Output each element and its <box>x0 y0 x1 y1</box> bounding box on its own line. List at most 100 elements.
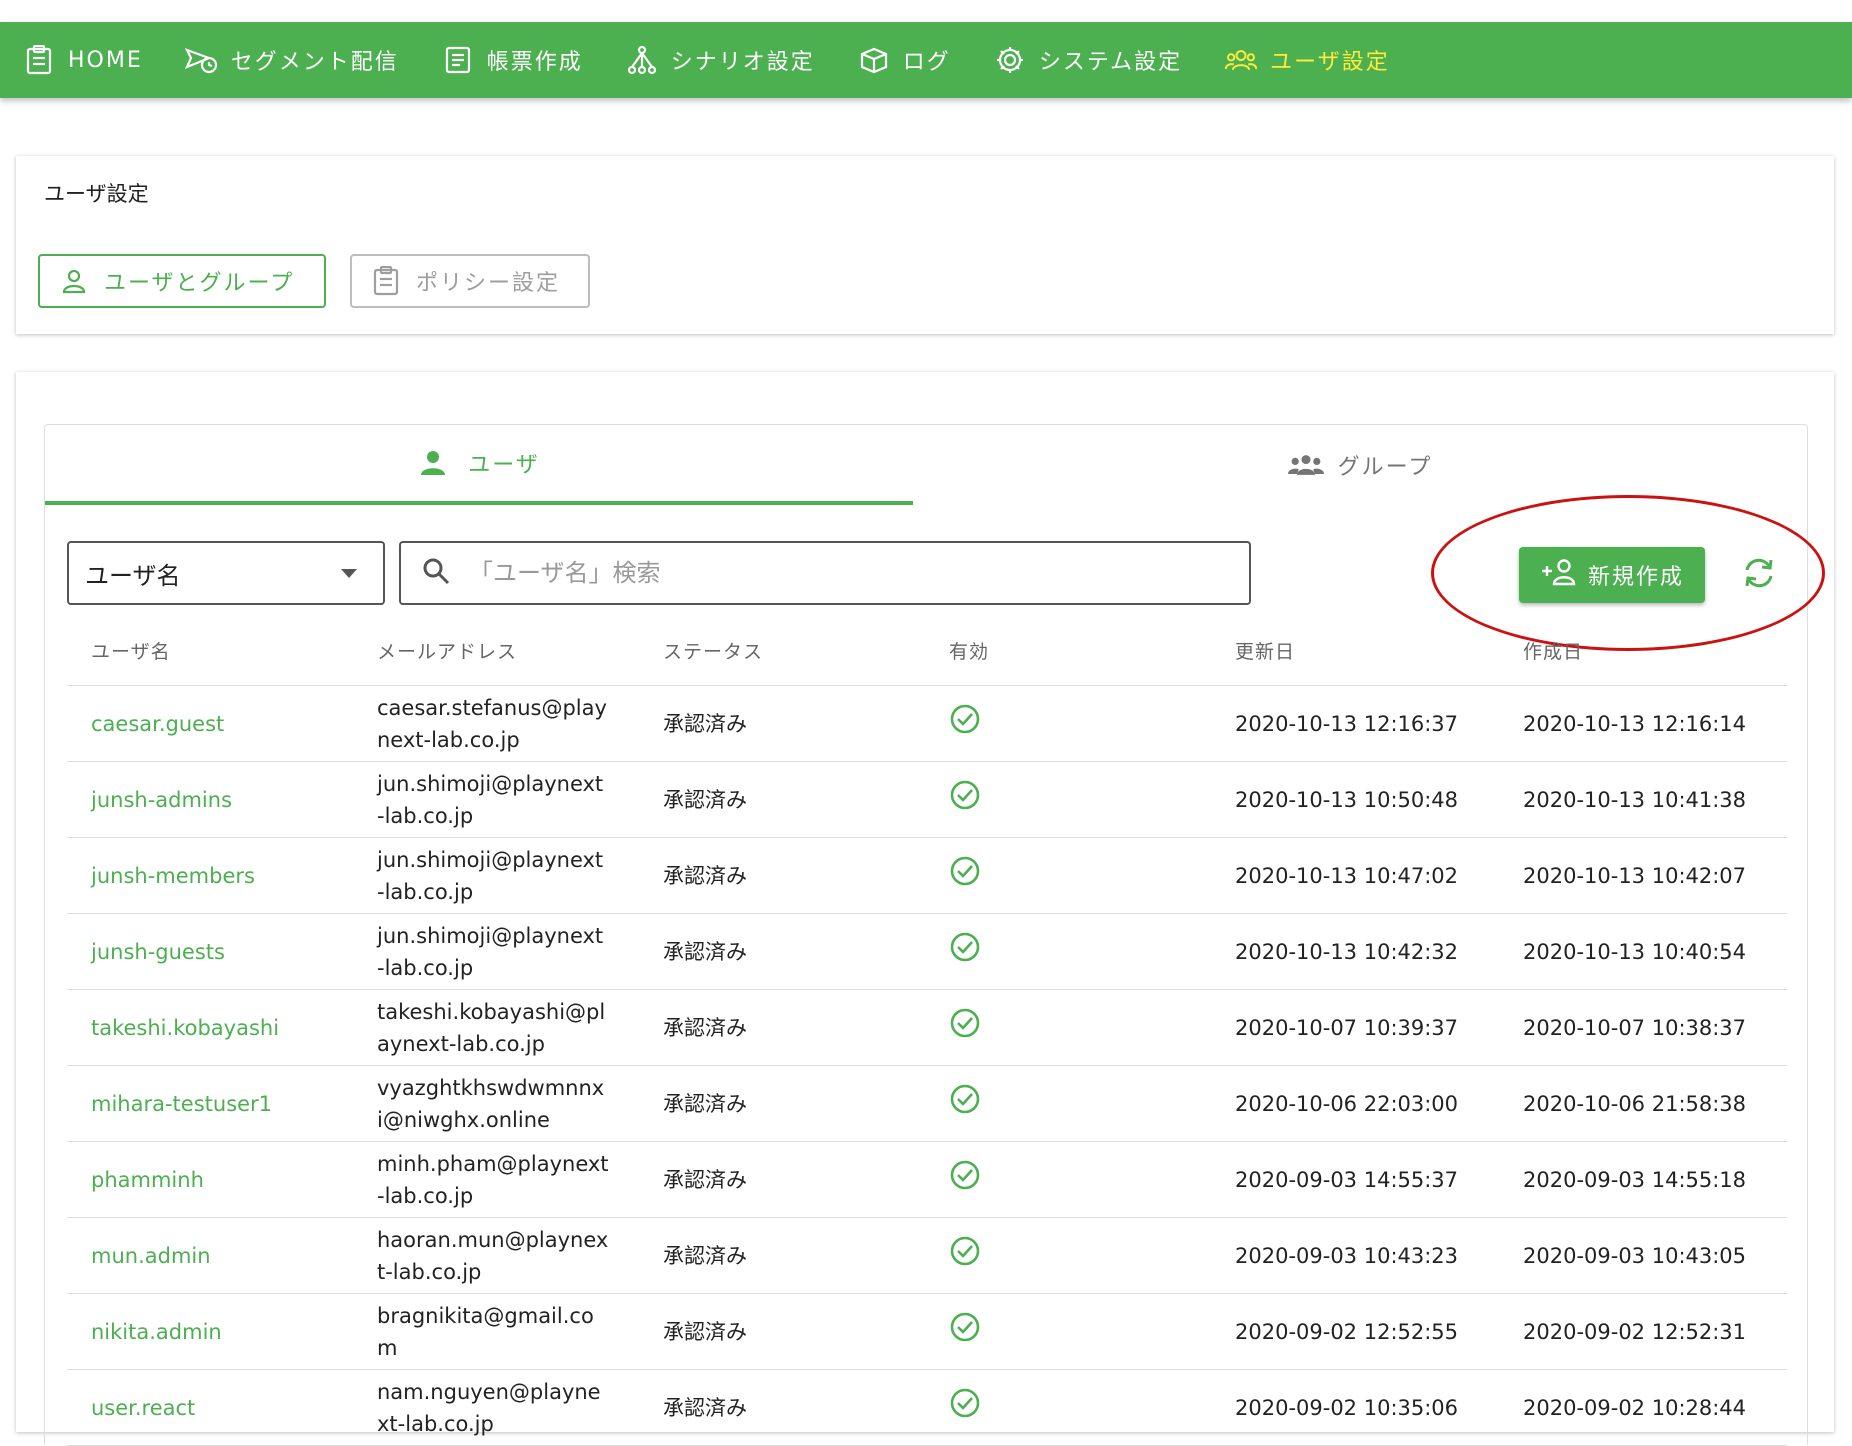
enabled-cell <box>925 1369 1211 1446</box>
updated-date: 2020-10-06 22:03:00 <box>1211 1065 1499 1142</box>
user-name-link[interactable]: caesar.guest <box>67 685 353 762</box>
updated-date: 2020-10-13 10:47:02 <box>1211 837 1499 914</box>
updated-date: 2020-10-13 12:16:37 <box>1211 685 1499 762</box>
check-circle-icon <box>949 704 981 740</box>
users-icon <box>1224 43 1258 77</box>
created-date: 2020-10-13 10:42:07 <box>1499 837 1787 914</box>
nav-user-settings-label: ユーザ設定 <box>1270 50 1390 75</box>
col-username[interactable]: ユーザ名 <box>67 615 353 686</box>
col-status[interactable]: ステータス <box>639 615 925 686</box>
table-row[interactable]: mihara-testuser1 vyazghtkhswdwmnnxi@niwgh… <box>67 1065 1787 1142</box>
search-box <box>399 541 1251 605</box>
gear-icon <box>993 43 1027 77</box>
col-enabled[interactable]: 有効 <box>925 615 1211 686</box>
col-created[interactable]: 作成日 <box>1499 615 1787 686</box>
nav-home-label: HOME <box>68 47 143 73</box>
tab-groups[interactable]: グループ <box>913 425 1807 505</box>
table-row[interactable]: nikita.admin bragnikita@gmail.com 承認済み 2020… <box>67 1293 1787 1370</box>
clipboard-icon <box>22 43 56 77</box>
nav-home[interactable]: HOME <box>0 22 143 98</box>
user-name-link[interactable]: phamminh <box>67 1141 353 1218</box>
enabled-cell <box>925 913 1211 990</box>
check-circle-icon <box>949 856 981 892</box>
updated-date: 2020-10-13 10:50:48 <box>1211 761 1499 838</box>
col-updated[interactable]: 更新日 <box>1211 615 1499 686</box>
user-status: 承認済み <box>639 685 925 762</box>
user-name-link[interactable]: user.react <box>67 1369 353 1446</box>
table-row[interactable]: junsh-admins jun.shimoji@playnext-lab.co.… <box>67 761 1787 838</box>
table-header-row: ユーザ名 メールアドレス ステータス 有効 更新日 作成日 <box>67 615 1787 686</box>
user-email: nam.nguyen@playnext-lab.co.jp <box>353 1369 639 1446</box>
enabled-cell <box>925 685 1211 762</box>
clipboard-icon <box>372 266 402 296</box>
users-groups-button[interactable]: ユーザとグループ <box>38 254 326 308</box>
table-row[interactable]: caesar.guest caesar.stefanus@playnext-lab… <box>67 685 1787 762</box>
updated-date: 2020-09-03 14:55:37 <box>1211 1141 1499 1218</box>
enabled-cell <box>925 837 1211 914</box>
nav-segment[interactable]: セグメント配信 <box>163 22 399 98</box>
table-row[interactable]: takeshi.kobayashi takeshi.kobayashi@playn… <box>67 989 1787 1066</box>
add-person-icon <box>1540 557 1588 593</box>
nav-system[interactable]: システム設定 <box>971 22 1182 98</box>
col-email[interactable]: メールアドレス <box>353 615 639 686</box>
nav-scenario[interactable]: シナリオ設定 <box>603 22 815 98</box>
user-status: 承認済み <box>639 1065 925 1142</box>
new-user-button[interactable]: 新規作成 <box>1519 547 1705 603</box>
user-email: jun.shimoji@playnext-lab.co.jp <box>353 761 639 838</box>
user-name-link[interactable]: nikita.admin <box>67 1293 353 1370</box>
created-date: 2020-10-07 10:38:37 <box>1499 989 1787 1066</box>
check-circle-icon <box>949 1388 981 1424</box>
user-status: 承認済み <box>639 1217 925 1294</box>
table-row[interactable]: junsh-guests jun.shimoji@playnext-lab.co.… <box>67 913 1787 990</box>
user-status: 承認済み <box>639 837 925 914</box>
user-name-link[interactable]: junsh-members <box>67 837 353 914</box>
table-row[interactable]: junsh-members jun.shimoji@playnext-lab.co… <box>67 837 1787 914</box>
user-email: jun.shimoji@playnext-lab.co.jp <box>353 913 639 990</box>
user-name-link[interactable]: mihara-testuser1 <box>67 1065 353 1142</box>
policy-settings-button[interactable]: ポリシー設定 <box>350 254 590 308</box>
nav-user-settings[interactable]: ユーザ設定 <box>1202 22 1390 98</box>
nav-segment-label: セグメント配信 <box>230 50 399 75</box>
policy-settings-label: ポリシー設定 <box>416 271 561 296</box>
nav-system-label: システム設定 <box>1038 50 1183 75</box>
filter-select[interactable]: ユーザ名 <box>67 541 385 605</box>
updated-date: 2020-10-13 10:42:32 <box>1211 913 1499 990</box>
nav-log[interactable]: ログ <box>835 22 951 98</box>
refresh-button[interactable] <box>1739 555 1779 595</box>
check-circle-icon <box>949 1008 981 1044</box>
nav-report[interactable]: 帳票作成 <box>419 22 583 98</box>
created-date: 2020-09-03 14:55:18 <box>1499 1141 1787 1218</box>
document-icon <box>441 43 475 77</box>
user-status: 承認済み <box>639 1141 925 1218</box>
box-icon <box>857 43 891 77</box>
user-name-link[interactable]: junsh-admins <box>67 761 353 838</box>
created-date: 2020-09-03 10:43:05 <box>1499 1217 1787 1294</box>
created-date: 2020-10-13 10:41:38 <box>1499 761 1787 838</box>
tab-users-label: ユーザ <box>468 453 540 478</box>
search-icon <box>421 556 451 590</box>
user-status: 承認済み <box>639 761 925 838</box>
person-icon <box>60 266 90 296</box>
tab-users[interactable]: ユーザ <box>45 425 913 505</box>
search-input[interactable] <box>467 558 1231 588</box>
user-name-link[interactable]: mun.admin <box>67 1217 353 1294</box>
group-icon <box>1287 450 1324 480</box>
user-email: bragnikita@gmail.com <box>353 1293 639 1370</box>
user-name-link[interactable]: junsh-guests <box>67 913 353 990</box>
user-email: jun.shimoji@playnext-lab.co.jp <box>353 837 639 914</box>
chevron-down-icon <box>341 569 357 578</box>
created-date: 2020-10-13 10:40:54 <box>1499 913 1787 990</box>
filter-select-value: ユーザ名 <box>85 561 181 590</box>
user-name-link[interactable]: takeshi.kobayashi <box>67 989 353 1066</box>
enabled-cell <box>925 1293 1211 1370</box>
table-row[interactable]: phamminh minh.pham@playnext-lab.co.jp 承認済み… <box>67 1141 1787 1218</box>
check-circle-icon <box>949 932 981 968</box>
user-status: 承認済み <box>639 913 925 990</box>
table-row[interactable]: mun.admin haoran.mun@playnext-lab.co.jp 承認… <box>67 1217 1787 1294</box>
nav-scenario-label: シナリオ設定 <box>670 50 815 75</box>
table-row[interactable]: user.react nam.nguyen@playnext-lab.co.jp 承… <box>67 1369 1787 1446</box>
created-date: 2020-09-02 10:28:44 <box>1499 1369 1787 1446</box>
user-status: 承認済み <box>639 989 925 1066</box>
enabled-cell <box>925 1141 1211 1218</box>
updated-date: 2020-09-03 10:43:23 <box>1211 1217 1499 1294</box>
